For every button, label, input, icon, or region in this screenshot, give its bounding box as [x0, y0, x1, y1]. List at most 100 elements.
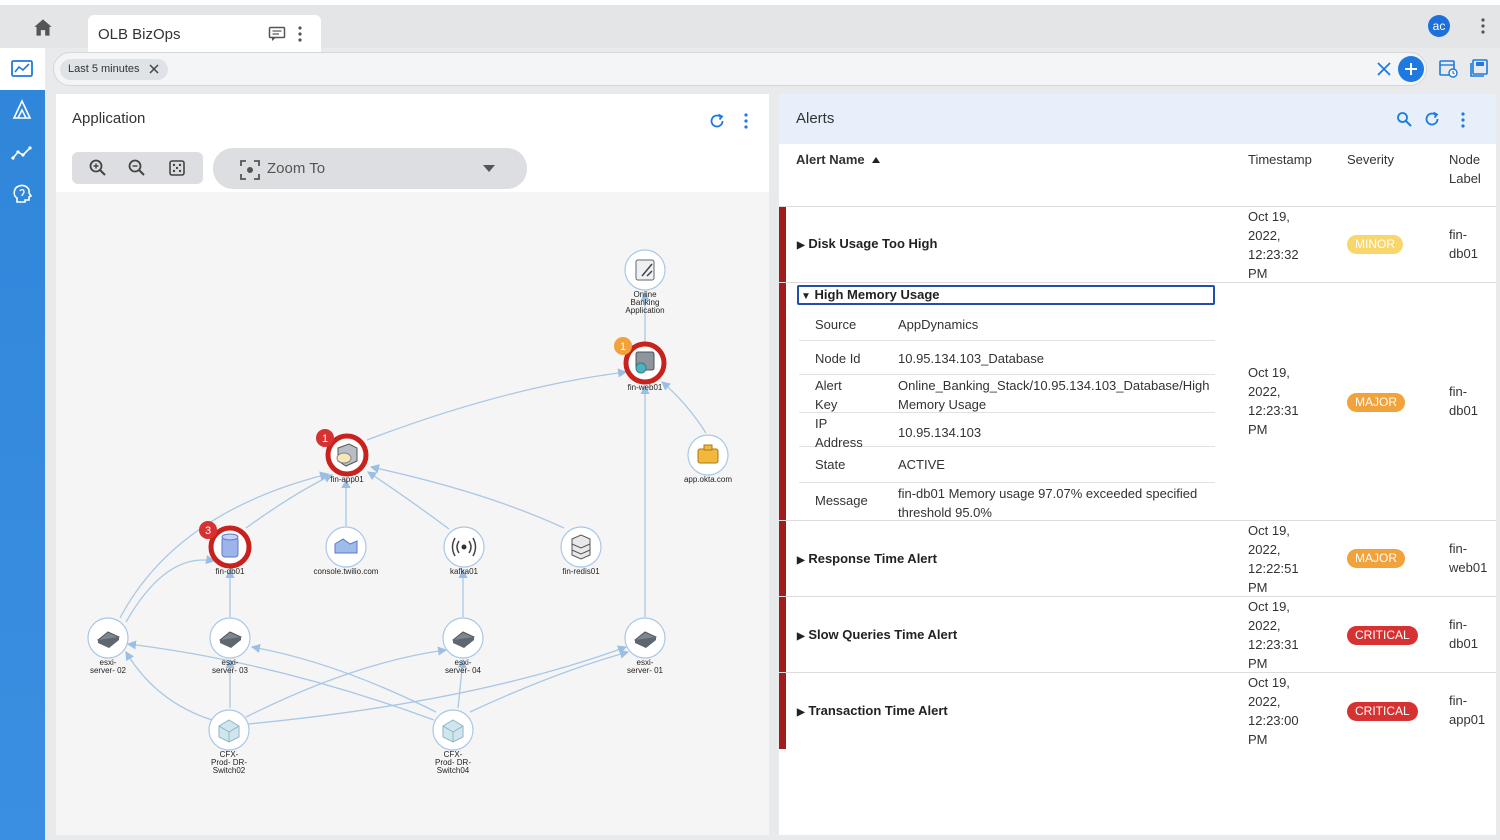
refresh-icon[interactable] — [708, 112, 726, 130]
more-vert-icon[interactable] — [294, 24, 306, 44]
node-label: server- 03 — [212, 666, 249, 675]
topology-node[interactable]: OnlineBankingApplication — [624, 249, 666, 315]
calendar-icon[interactable] — [1438, 58, 1458, 78]
save-icon[interactable] — [1469, 58, 1489, 78]
top-tab-bar: OLB BizOps ac — [0, 0, 1500, 53]
detail-key: Source — [815, 317, 857, 332]
alert-row[interactable]: ▶ Slow Queries Time Alert Oct 19, 2022, 12… — [779, 597, 1496, 673]
column-header-alert-name[interactable]: Alert Name — [796, 150, 881, 169]
node-label: app.okta.com — [684, 475, 732, 484]
search-icon[interactable] — [1396, 111, 1412, 127]
alert-timestamp: Oct 19, 2022, 12:23:31 PM — [1248, 365, 1299, 437]
column-header-severity[interactable]: Severity — [1347, 150, 1394, 169]
topology-node[interactable]: app.okta.com — [684, 434, 732, 484]
zoom-to-dropdown[interactable]: Zoom To — [213, 148, 527, 189]
topology-canvas[interactable]: Online Banking Application 1 fin-web01 1 fin-a… — [56, 192, 769, 835]
topology-edge — [245, 646, 448, 718]
topology-node[interactable]: esxi-server- 02 — [87, 617, 129, 675]
caret-right-icon: ▶ — [797, 240, 805, 251]
tab-title: OLB BizOps — [98, 26, 181, 43]
nav-item-dashboard[interactable] — [0, 48, 45, 90]
topology-node[interactable]: CFX-Prod- DR-Switch02 — [208, 709, 250, 775]
column-label: Label — [1449, 171, 1481, 186]
left-nav — [0, 48, 45, 840]
user-avatar[interactable]: ac — [1428, 15, 1450, 37]
alert-name[interactable]: ▶ Slow Queries Time Alert — [797, 627, 957, 642]
alert-name[interactable]: ▶ Transaction Time Alert — [797, 703, 948, 718]
topology-edge — [366, 368, 628, 441]
more-vert-icon[interactable] — [1477, 15, 1489, 37]
close-icon[interactable] — [148, 63, 160, 75]
detail-value: fin-db01 Memory usage 97.07% exceeded sp… — [898, 486, 1198, 520]
alert-name[interactable]: ▼ High Memory Usage — [797, 285, 1215, 305]
severity-badge: CRITICAL — [1347, 626, 1418, 645]
zoom-in-icon[interactable] — [88, 158, 108, 178]
alert-detail-row: IP Address 10.95.134.103 — [799, 413, 1215, 450]
panel-title: Alerts — [796, 110, 835, 127]
detail-key: Alert Key — [815, 378, 842, 412]
more-vert-icon[interactable] — [740, 110, 752, 132]
home-icon[interactable] — [30, 15, 56, 41]
caret-right-icon: ▶ — [797, 631, 805, 642]
severity-badge: MAJOR — [1347, 549, 1405, 568]
alerts-panel: Alerts Alert Name Timestamp Severity Nod… — [779, 94, 1496, 835]
topology-graph[interactable]: OnlineBankingApplication 1 fin-web01 1 fin-a… — [56, 192, 769, 835]
topology-node[interactable]: 1 fin-web01 — [614, 337, 667, 392]
topology-node[interactable]: esxi-server- 03 — [209, 617, 251, 675]
topology-edge — [245, 474, 334, 529]
topology-edge — [367, 471, 450, 530]
focus-icon — [240, 160, 260, 180]
topology-node[interactable]: esxi-server- 04 — [442, 617, 484, 675]
alert-timestamp: Oct 19, 2022, 12:22:51 PM — [1248, 523, 1299, 595]
column-header-timestamp[interactable]: Timestamp — [1248, 150, 1312, 169]
alert-node-label: fin-web01 — [1449, 541, 1488, 575]
alert-detail-row: Source AppDynamics — [799, 307, 1215, 341]
severity-bar — [779, 521, 786, 596]
alert-row-expanded[interactable]: ▼ High Memory Usage Source AppDynamics Nod… — [779, 283, 1496, 521]
topology-edge — [126, 640, 435, 721]
topology-edge — [125, 651, 213, 721]
filter-bar[interactable]: Last 5 minutes — [53, 52, 1427, 86]
alert-timestamp: Oct 19, 2022, 12:23:00 PM — [1248, 675, 1299, 747]
sort-asc-icon — [872, 157, 881, 163]
topology-icon[interactable] — [10, 98, 34, 122]
topology-node[interactable]: esxi-server- 01 — [624, 617, 666, 675]
caret-right-icon: ▶ — [797, 555, 805, 566]
alert-count-text: 1 — [620, 341, 626, 353]
zoom-out-icon[interactable] — [127, 158, 147, 178]
topology-node[interactable]: kafka01 — [443, 526, 485, 576]
refresh-icon[interactable] — [1423, 110, 1441, 128]
alert-name[interactable]: ▶ Disk Usage Too High — [797, 236, 937, 251]
detail-key: Node Id — [815, 351, 861, 366]
topology-node[interactable]: fin-redis01 — [560, 526, 602, 576]
node-label: Switch04 — [437, 766, 470, 775]
alert-name[interactable]: ▶ Response Time Alert — [797, 551, 937, 566]
alert-node-label: fin-db01 — [1449, 617, 1478, 651]
topology-edge — [469, 649, 630, 713]
trend-icon[interactable] — [10, 141, 34, 165]
brain-icon[interactable] — [10, 182, 34, 206]
alert-detail-row: Message fin-db01 Memory usage 97.07% exce… — [799, 483, 1215, 523]
fit-icon[interactable] — [167, 158, 187, 178]
detail-value: AppDynamics — [898, 317, 979, 332]
add-filter-button[interactable] — [1398, 56, 1424, 82]
clear-filter-icon[interactable] — [1375, 60, 1393, 78]
time-filter-chip[interactable]: Last 5 minutes — [60, 59, 168, 80]
application-panel: Application Zoom To Online Banking Applica… — [56, 94, 769, 835]
alert-row[interactable]: ▶ Transaction Time Alert Oct 19, 2022, 12:… — [779, 673, 1496, 749]
comment-icon[interactable] — [268, 26, 286, 42]
column-header-node-label[interactable]: Node Label — [1449, 150, 1481, 188]
topology-node[interactable]: CFX-Prod- DR-Switch04 — [432, 709, 474, 775]
alert-row[interactable]: ▶ Disk Usage Too High Oct 19, 2022, 12:23:… — [779, 207, 1496, 283]
time-filter-label: Last 5 minutes — [68, 63, 140, 75]
more-vert-icon[interactable] — [1457, 109, 1469, 131]
severity-badge: CRITICAL — [1347, 702, 1418, 721]
tab-olb-bizops[interactable]: OLB BizOps — [88, 15, 321, 53]
severity-bar — [779, 283, 786, 520]
node-label: server- 02 — [90, 666, 127, 675]
topology-node[interactable]: 3 fin-db01 — [199, 521, 252, 576]
zoom-controls — [72, 152, 203, 184]
topology-node[interactable]: console.twilio.com — [314, 526, 379, 576]
detail-value: 10.95.134.103_Database — [898, 351, 1045, 366]
alert-row[interactable]: ▶ Response Time Alert Oct 19, 2022, 12:22:… — [779, 521, 1496, 597]
